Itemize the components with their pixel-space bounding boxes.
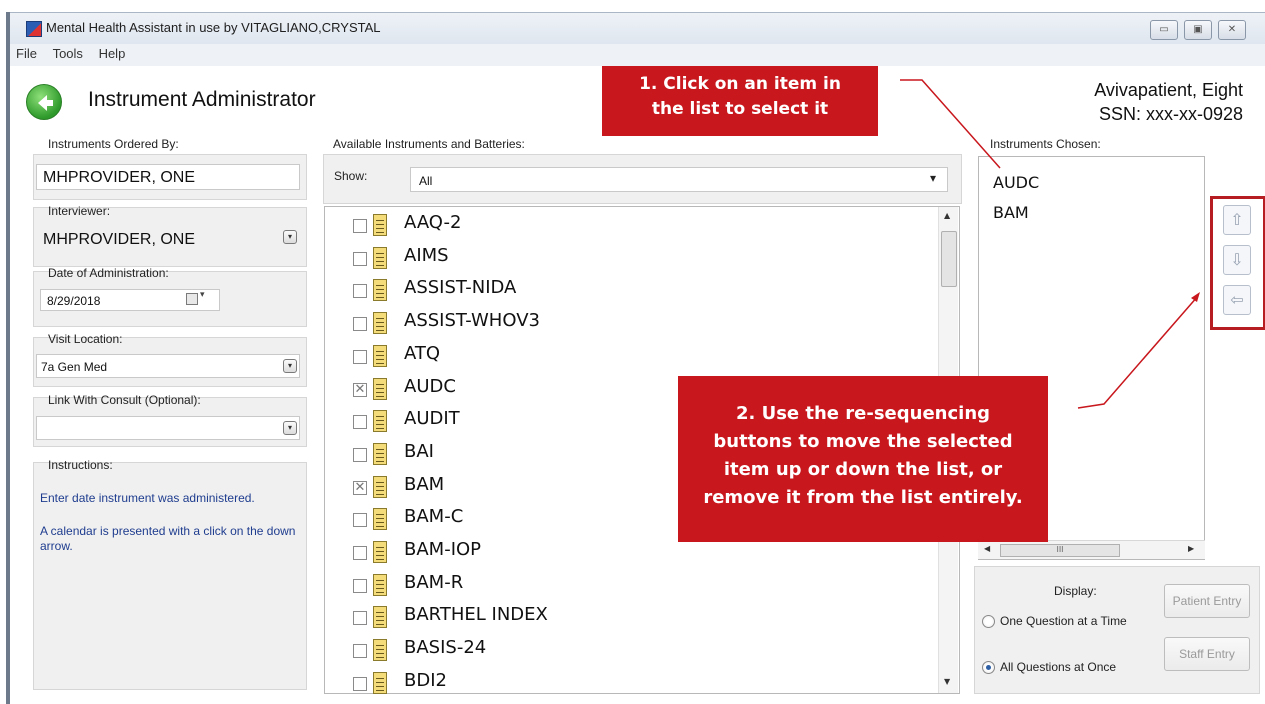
callout-1-line-2: the list to select it bbox=[651, 98, 829, 119]
callout-1-line-1: 1. Click on an item in bbox=[639, 74, 841, 94]
callout-select-item: 1. Click on an item in the list to selec… bbox=[602, 66, 878, 136]
callout-resequence: 2. Use the re-sequencing buttons to move… bbox=[678, 376, 1048, 542]
callout-1-pointer bbox=[900, 79, 1001, 169]
callout-2-arrowhead-icon bbox=[1191, 292, 1200, 302]
callout-2-line-2: buttons to move the selected bbox=[713, 430, 1013, 452]
callout-2-line-4: remove it from the list entirely. bbox=[703, 486, 1023, 508]
callout-2-line-3: item up or down the list, or bbox=[723, 458, 1003, 480]
callout-2-pointer bbox=[1077, 295, 1199, 409]
callout-2-line-1: 2. Use the re-sequencing bbox=[735, 403, 991, 424]
